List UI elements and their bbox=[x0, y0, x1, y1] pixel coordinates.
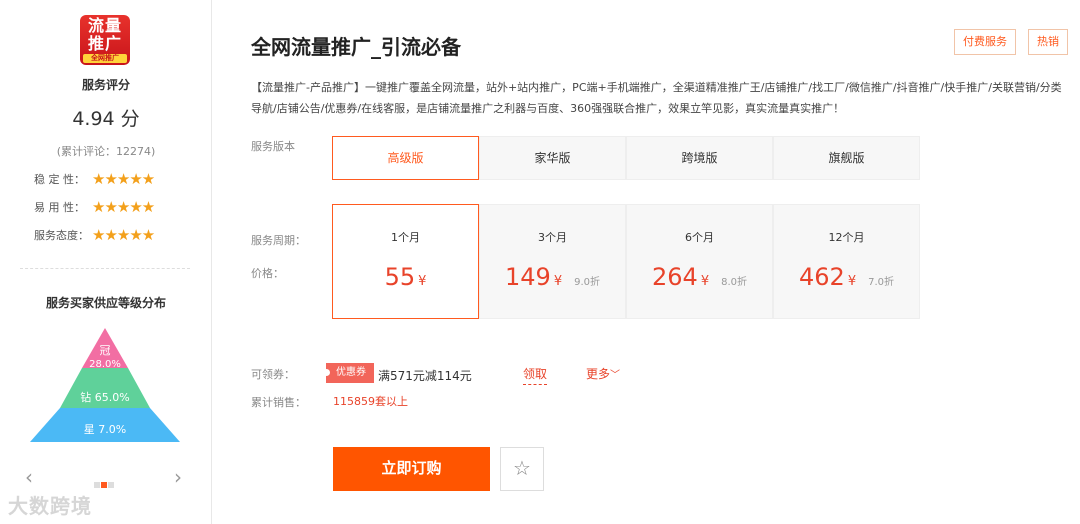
period-months: 1个月 bbox=[391, 231, 420, 244]
chevron-left-icon[interactable]: ‹ bbox=[25, 465, 33, 489]
period-months: 6个月 bbox=[685, 231, 714, 244]
price-value: 264 bbox=[652, 263, 698, 291]
price-label: 价格： bbox=[251, 267, 284, 280]
rating-row-attitude: 服务态度： ★★★★★ bbox=[34, 226, 155, 244]
version-option-family[interactable]: 家华版 bbox=[479, 136, 626, 180]
currency-symbol: ¥ bbox=[847, 274, 857, 289]
sales-count: 115859套以上 bbox=[333, 395, 408, 408]
service-description: 【流量推广-产品推广】一键推广覆盖全网流量，站外+站内推广，PC端+手机端推广，… bbox=[251, 81, 1062, 115]
version-option-crossborder[interactable]: 跨境版 bbox=[626, 136, 773, 180]
more-label: 更多 bbox=[586, 367, 611, 381]
review-count: (累计评论：12274) bbox=[56, 145, 156, 158]
price-value: 462 bbox=[799, 263, 845, 291]
discount-label: 9.0折 bbox=[574, 277, 600, 288]
distribution-title: 服务买家供应等级分布 bbox=[45, 296, 166, 310]
period-months: 12个月 bbox=[828, 231, 865, 244]
carousel-dot-active[interactable] bbox=[101, 482, 107, 488]
star-rating-icon: ★★★★★ bbox=[92, 170, 155, 188]
logo-line-1: 流量 bbox=[87, 16, 122, 35]
period-option-12-months[interactable]: 12个月 462 ¥7.0折 bbox=[773, 204, 920, 319]
carousel-dot[interactable] bbox=[94, 482, 100, 488]
more-coupons-link[interactable]: 更多﹀ bbox=[586, 365, 620, 382]
star-rating-icon: ★★★★★ bbox=[92, 226, 155, 244]
score-value: 4.94 分 bbox=[72, 108, 140, 130]
star-rating-icon: ★★★★★ bbox=[92, 198, 155, 216]
price-line: 55 ¥ bbox=[333, 263, 478, 291]
coupon-label: 可领券： bbox=[251, 368, 295, 381]
page-title: 全网流量推广_引流必备 bbox=[251, 35, 461, 59]
currency-symbol: ¥ bbox=[553, 274, 563, 289]
price-line: 264 ¥8.0折 bbox=[627, 263, 772, 291]
tier-star-name: 星 bbox=[83, 423, 95, 436]
period-selector: 1个月 55 ¥ 3个月 149 ¥9.0折 6个月 264 ¥8.0折 12个月 4… bbox=[332, 204, 921, 319]
chevron-down-icon: ﹀ bbox=[610, 370, 621, 381]
tier-crown-name: 冠 bbox=[99, 344, 111, 357]
rating-row-usability: 易 用 性： ★★★★★ bbox=[34, 198, 155, 216]
price-value: 55 bbox=[384, 263, 416, 291]
carousel-dots bbox=[94, 473, 115, 492]
claim-coupon-link[interactable]: 领取 bbox=[523, 365, 548, 385]
period-option-6-months[interactable]: 6个月 264 ¥8.0折 bbox=[626, 204, 773, 319]
tier-diamond-percent: 65.0% bbox=[94, 391, 130, 404]
carousel-dot[interactable] bbox=[108, 482, 114, 488]
currency-symbol: ¥ bbox=[700, 274, 710, 289]
sales-label: 累计销售： bbox=[251, 396, 306, 409]
currency-symbol: ¥ bbox=[418, 274, 427, 289]
price-value: 149 bbox=[505, 263, 551, 291]
coupon-badge: 优惠券 bbox=[323, 363, 374, 383]
paid-service-tag: 付费服务 bbox=[954, 29, 1016, 55]
version-label: 服务版本 bbox=[251, 140, 295, 153]
version-option-advanced[interactable]: 高级版 bbox=[332, 136, 479, 180]
score-title: 服务评分 bbox=[81, 78, 130, 92]
level-pyramid: 冠 28.0% 钻 65.0% 星 7.0% bbox=[30, 328, 180, 446]
logo-badge: 全网推广 bbox=[83, 54, 127, 63]
logo-line-2: 推广 bbox=[87, 34, 122, 53]
chevron-right-icon[interactable]: › bbox=[174, 465, 182, 489]
discount-label: 8.0折 bbox=[721, 277, 747, 288]
tier-diamond-label: 钻 65.0% bbox=[30, 389, 180, 405]
hot-sale-tag: 热销 bbox=[1028, 29, 1068, 55]
version-option-flagship[interactable]: 旗舰版 bbox=[773, 136, 920, 180]
divider bbox=[20, 268, 190, 269]
rating-row-stability: 稳 定 性： ★★★★★ bbox=[34, 170, 155, 188]
price-line: 462 ¥7.0折 bbox=[774, 263, 919, 291]
rating-label: 服务态度： bbox=[34, 229, 89, 242]
period-months: 3个月 bbox=[538, 231, 567, 244]
tier-crown-percent: 28.0% bbox=[89, 359, 121, 370]
version-selector: 高级版 家华版 跨境版 旗舰版 bbox=[332, 136, 921, 180]
period-label: 服务周期： bbox=[251, 234, 306, 247]
order-now-button[interactable]: 立即订购 bbox=[333, 447, 490, 491]
service-logo: 流量 推广 全网推广 bbox=[80, 15, 130, 65]
rating-label: 易 用 性： bbox=[34, 201, 85, 214]
period-option-3-months[interactable]: 3个月 149 ¥9.0折 bbox=[479, 204, 626, 319]
period-option-1-month[interactable]: 1个月 55 ¥ bbox=[332, 204, 479, 319]
rating-label: 稳 定 性： bbox=[34, 173, 85, 186]
tier-star-label: 星 7.0% bbox=[30, 421, 180, 437]
watermark: 大数跨境 bbox=[8, 494, 92, 518]
sidebar: 流量 推广 全网推广 服务评分 4.94 分 (累计评论：12274) 稳 定 … bbox=[0, 0, 212, 524]
tier-diamond-name: 钻 bbox=[80, 391, 92, 404]
tier-star-percent: 7.0% bbox=[98, 423, 127, 436]
discount-label: 7.0折 bbox=[868, 277, 894, 288]
price-line: 149 ¥9.0折 bbox=[480, 263, 625, 291]
coupon-text: 满571元减114元 bbox=[378, 369, 472, 383]
favorite-star-icon[interactable]: ☆ bbox=[500, 447, 544, 491]
